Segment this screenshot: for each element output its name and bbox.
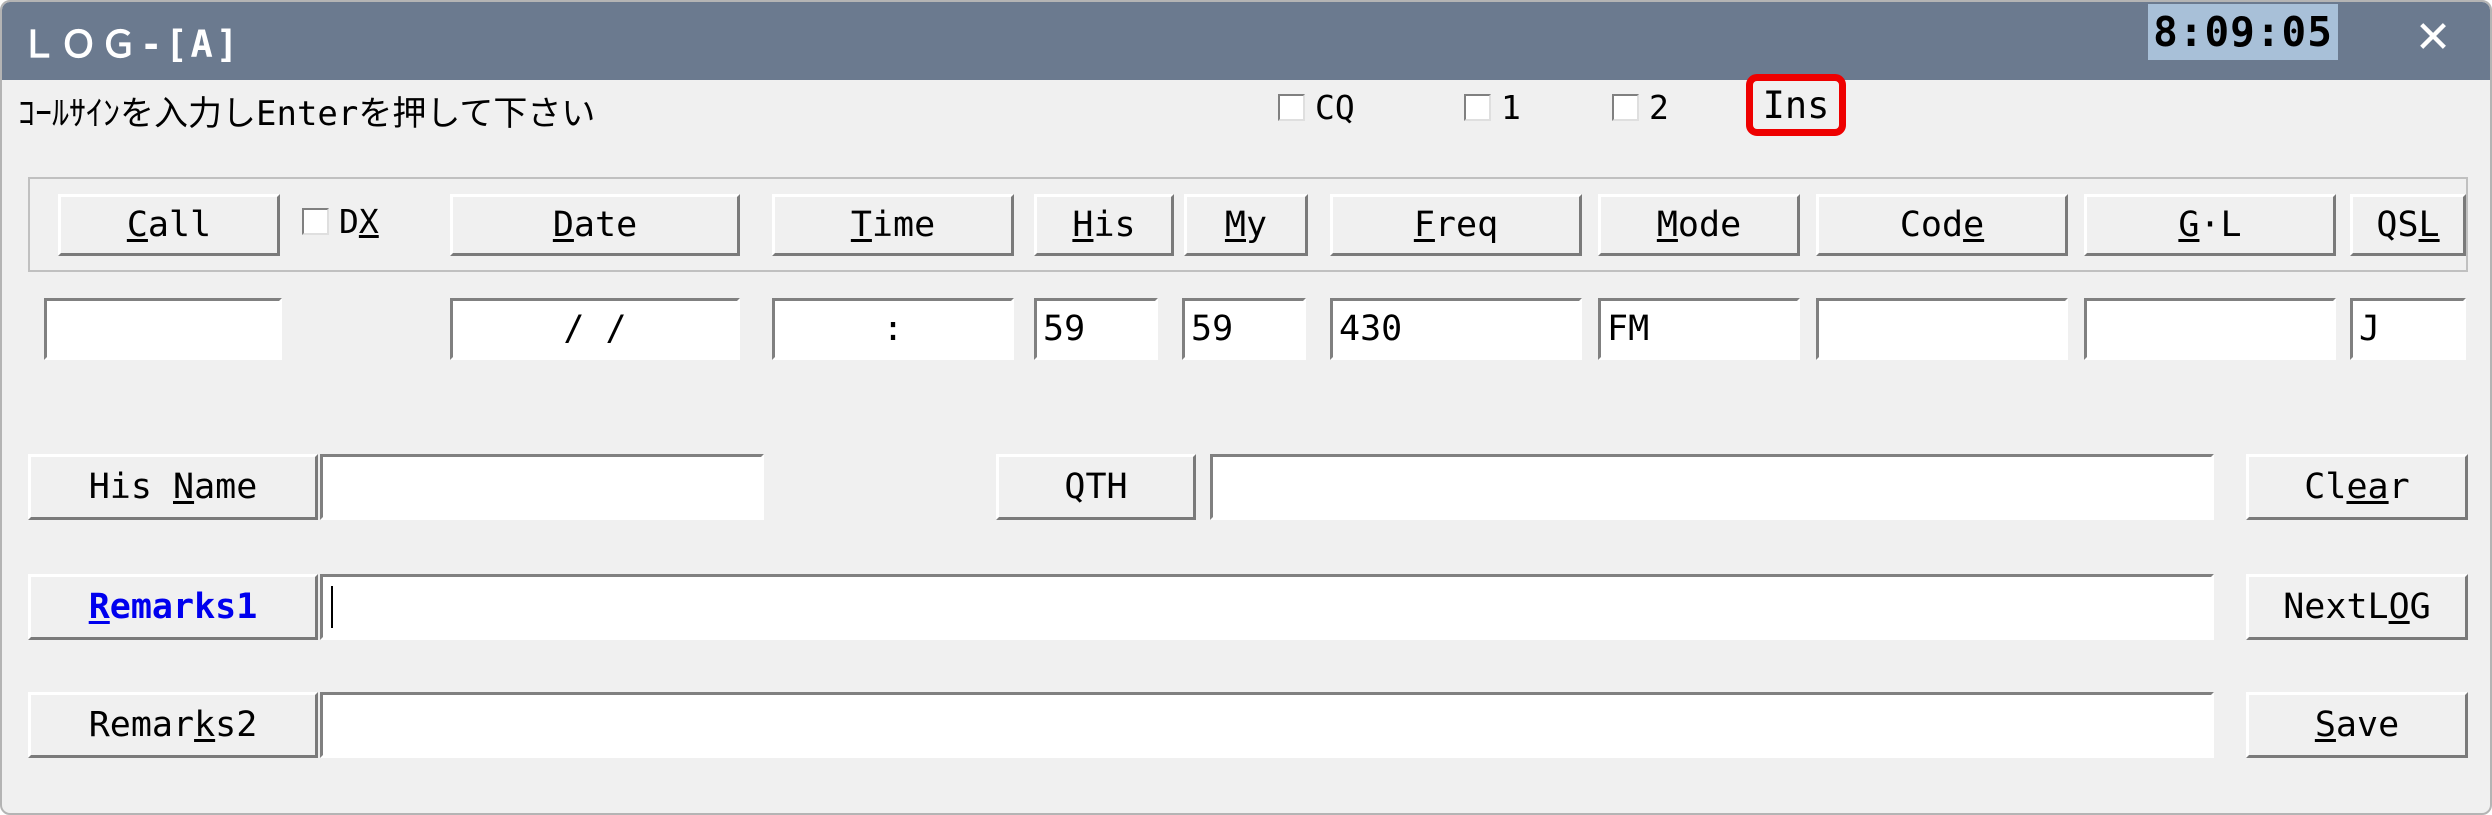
my-button[interactable]: My	[1184, 194, 1308, 256]
date-button[interactable]: Date	[450, 194, 740, 256]
checkbox-1[interactable]	[1464, 94, 1491, 121]
toggle-cq-label: CQ	[1315, 88, 1355, 127]
close-icon[interactable]: ✕	[2398, 6, 2468, 68]
time-input[interactable]: :	[772, 298, 1014, 360]
gl-button[interactable]: G·L	[2084, 194, 2336, 256]
nextlog-button[interactable]: NextLOG	[2246, 574, 2468, 640]
instruction-text: ｺｰﾙｻｲﾝを入力しEnterを押して下さい	[18, 94, 596, 134]
his-name-input[interactable]	[320, 454, 764, 520]
remarks1-input[interactable]	[320, 574, 2214, 640]
his-name-button[interactable]: His Name	[28, 454, 318, 520]
call-input[interactable]	[44, 298, 282, 360]
my-input[interactable]: 59	[1182, 298, 1306, 360]
ins-indicator-label: Ins	[1762, 83, 1830, 127]
toggle-2[interactable]: 2	[1612, 88, 1669, 127]
his-input[interactable]: 59	[1034, 298, 1158, 360]
mode-input[interactable]: FM	[1598, 298, 1800, 360]
freq-input[interactable]: 430	[1330, 298, 1582, 360]
checkbox-dx[interactable]	[302, 208, 329, 235]
remarks2-button[interactable]: Remarks2	[28, 692, 318, 758]
titlebar[interactable]: ＬＯＧ-[A] 8:09:05 ✕	[2, 2, 2490, 80]
remarks1-label: Remarks1	[88, 586, 258, 627]
date-input[interactable]: / /	[450, 298, 740, 360]
code-button[interactable]: Code	[1816, 194, 2068, 256]
dx-toggle[interactable]: DX	[302, 202, 379, 241]
clock-display: 8:09:05	[2148, 4, 2338, 60]
time-button[interactable]: Time	[772, 194, 1014, 256]
checkbox-cq[interactable]	[1278, 94, 1305, 121]
log-window: ＬＯＧ-[A] 8:09:05 ✕ ｺｰﾙｻｲﾝを入力しEnterを押して下さい…	[0, 0, 2492, 815]
toggle-1-label: 1	[1501, 88, 1521, 127]
his-button[interactable]: His	[1034, 194, 1174, 256]
gl-input[interactable]	[2084, 298, 2336, 360]
toggle-1[interactable]: 1	[1464, 88, 1521, 127]
freq-button[interactable]: Freq	[1330, 194, 1582, 256]
mode-button[interactable]: Mode	[1598, 194, 1800, 256]
call-button[interactable]: Call	[58, 194, 280, 256]
ins-indicator-highlight: Ins	[1746, 74, 1846, 136]
qth-input[interactable]	[1210, 454, 2214, 520]
clear-button[interactable]: Clear	[2246, 454, 2468, 520]
code-input[interactable]	[1816, 298, 2068, 360]
remarks2-input[interactable]	[320, 692, 2214, 758]
toggle-2-label: 2	[1649, 88, 1669, 127]
qth-button[interactable]: QTH	[996, 454, 1196, 520]
qsl-input[interactable]: J	[2350, 298, 2466, 360]
checkbox-2[interactable]	[1612, 94, 1639, 121]
dx-toggle-label: DX	[339, 202, 379, 241]
toggle-cq[interactable]: CQ	[1278, 88, 1355, 127]
qsl-button[interactable]: QSL	[2350, 194, 2466, 256]
instruction-row: ｺｰﾙｻｲﾝを入力しEnterを押して下さい CQ 1 2	[2, 80, 2490, 136]
text-caret	[331, 586, 333, 628]
remarks1-button[interactable]: Remarks1	[28, 574, 318, 640]
window-title: ＬＯＧ-[A]	[20, 23, 242, 66]
save-button[interactable]: Save	[2246, 692, 2468, 758]
